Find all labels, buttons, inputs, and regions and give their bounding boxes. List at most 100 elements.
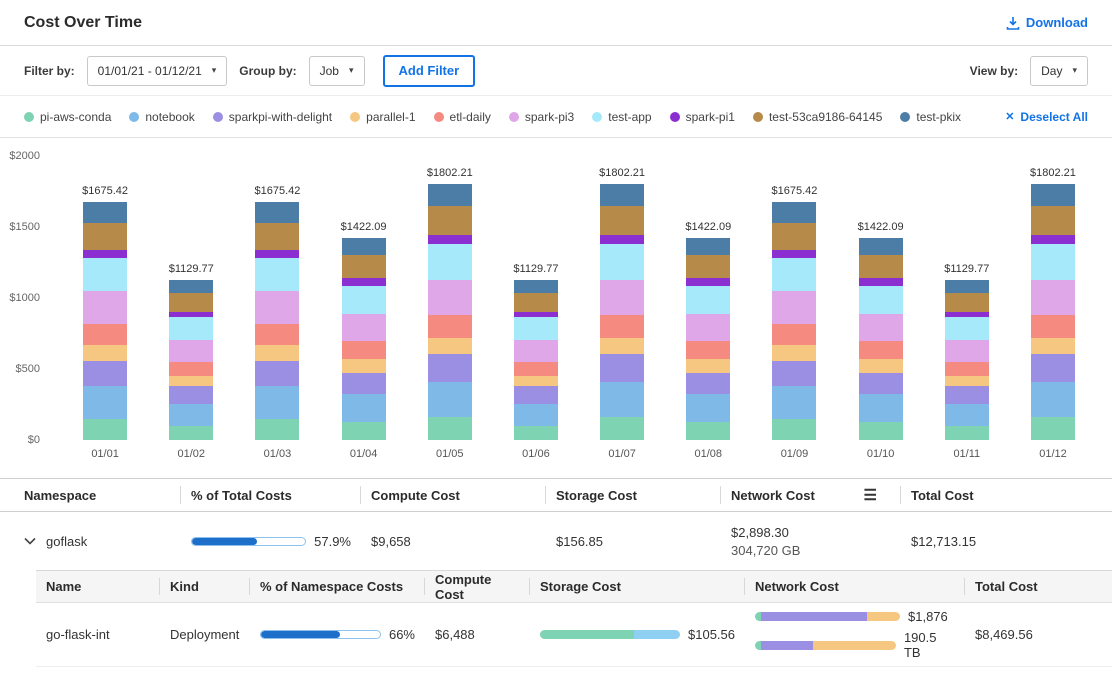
bar-segment-spark-pi1[interactable] — [600, 235, 644, 245]
bar-segment-notebook[interactable] — [600, 382, 644, 417]
bar-segment-test-app[interactable] — [945, 317, 989, 339]
bar-segment-notebook[interactable] — [772, 386, 816, 419]
view-by-select[interactable]: Day ▾ — [1030, 56, 1088, 86]
bar-segment-etl-daily[interactable] — [514, 362, 558, 376]
stacked-bar-01/09[interactable] — [772, 202, 816, 440]
bar-segment-spark-pi1[interactable] — [255, 250, 299, 259]
bar-segment-notebook[interactable] — [342, 394, 386, 422]
bar-segment-spark-pi3[interactable] — [686, 314, 730, 342]
legend-item-parallel-1[interactable]: parallel-1 — [350, 110, 415, 124]
bar-segment-pi-aws-conda[interactable] — [1031, 417, 1075, 440]
bar-segment-pi-aws-conda[interactable] — [859, 422, 903, 440]
bar-segment-sparkpi-with-delight[interactable] — [945, 386, 989, 403]
bar-segment-pi-aws-conda[interactable] — [514, 426, 558, 440]
bar-segment-test-53ca9186-64145[interactable] — [428, 206, 472, 235]
bar-segment-etl-daily[interactable] — [342, 341, 386, 359]
bar-segment-test-app[interactable] — [428, 244, 472, 279]
bar-segment-parallel-1[interactable] — [686, 359, 730, 372]
bar-segment-test-53ca9186-64145[interactable] — [600, 206, 644, 235]
bar-segment-test-53ca9186-64145[interactable] — [255, 223, 299, 250]
namespace-expander[interactable]: goflask — [0, 528, 181, 555]
stacked-bar-01/03[interactable] — [255, 202, 299, 440]
bar-segment-notebook[interactable] — [945, 404, 989, 426]
bar-segment-spark-pi3[interactable] — [859, 314, 903, 342]
bar-segment-spark-pi1[interactable] — [772, 250, 816, 259]
bar-segment-parallel-1[interactable] — [342, 359, 386, 372]
bar-segment-notebook[interactable] — [83, 386, 127, 419]
bar-segment-etl-daily[interactable] — [83, 324, 127, 345]
bar-segment-pi-aws-conda[interactable] — [255, 419, 299, 440]
bar-segment-test-pkix[interactable] — [772, 202, 816, 223]
bar-segment-pi-aws-conda[interactable] — [83, 419, 127, 440]
bar-segment-pi-aws-conda[interactable] — [428, 417, 472, 440]
legend-item-sparkpi-with-delight[interactable]: sparkpi-with-delight — [213, 110, 332, 124]
bar-segment-spark-pi3[interactable] — [514, 340, 558, 362]
bar-segment-test-pkix[interactable] — [859, 238, 903, 255]
bar-segment-test-app[interactable] — [686, 286, 730, 314]
bar-segment-sparkpi-with-delight[interactable] — [169, 386, 213, 403]
bar-segment-spark-pi1[interactable] — [686, 278, 730, 286]
bar-segment-notebook[interactable] — [859, 394, 903, 422]
bar-segment-parallel-1[interactable] — [169, 376, 213, 387]
bar-segment-spark-pi3[interactable] — [342, 314, 386, 342]
bar-segment-etl-daily[interactable] — [859, 341, 903, 359]
bar-segment-spark-pi1[interactable] — [83, 250, 127, 259]
stacked-bar-01/08[interactable] — [686, 238, 730, 440]
legend-item-spark-pi1[interactable]: spark-pi1 — [670, 110, 735, 124]
bar-segment-test-app[interactable] — [83, 258, 127, 291]
bar-segment-test-pkix[interactable] — [1031, 184, 1075, 206]
bar-segment-notebook[interactable] — [428, 382, 472, 417]
bar-segment-spark-pi3[interactable] — [945, 340, 989, 362]
bar-segment-sparkpi-with-delight[interactable] — [686, 373, 730, 395]
bar-segment-spark-pi3[interactable] — [255, 291, 299, 324]
bar-segment-test-app[interactable] — [255, 258, 299, 291]
bar-segment-parallel-1[interactable] — [514, 376, 558, 387]
workload-name[interactable]: go-flask-int — [36, 621, 160, 648]
stacked-bar-01/04[interactable] — [342, 238, 386, 440]
bar-segment-test-pkix[interactable] — [945, 280, 989, 294]
bar-segment-parallel-1[interactable] — [600, 338, 644, 355]
bar-segment-test-pkix[interactable] — [428, 184, 472, 206]
bar-segment-pi-aws-conda[interactable] — [945, 426, 989, 440]
bar-segment-test-53ca9186-64145[interactable] — [1031, 206, 1075, 235]
bar-segment-test-53ca9186-64145[interactable] — [83, 223, 127, 250]
bar-segment-etl-daily[interactable] — [169, 362, 213, 376]
stacked-bar-01/07[interactable] — [600, 184, 644, 440]
group-by-select[interactable]: Job ▾ — [309, 56, 365, 86]
bar-segment-sparkpi-with-delight[interactable] — [83, 361, 127, 387]
bar-segment-test-pkix[interactable] — [83, 202, 127, 223]
legend-item-notebook[interactable]: notebook — [129, 110, 194, 124]
bar-segment-parallel-1[interactable] — [859, 359, 903, 372]
bar-segment-parallel-1[interactable] — [772, 345, 816, 361]
legend-item-etl-daily[interactable]: etl-daily — [434, 110, 491, 124]
bar-segment-test-pkix[interactable] — [169, 280, 213, 294]
stacked-bar-01/12[interactable] — [1031, 184, 1075, 440]
bar-segment-test-pkix[interactable] — [686, 238, 730, 255]
download-button[interactable]: Download — [1006, 15, 1088, 30]
bar-segment-test-app[interactable] — [859, 286, 903, 314]
bar-segment-notebook[interactable] — [1031, 382, 1075, 417]
bar-segment-test-53ca9186-64145[interactable] — [772, 223, 816, 250]
bar-segment-etl-daily[interactable] — [255, 324, 299, 345]
bar-segment-test-pkix[interactable] — [342, 238, 386, 255]
bar-segment-parallel-1[interactable] — [83, 345, 127, 361]
bar-segment-spark-pi3[interactable] — [83, 291, 127, 324]
bar-segment-etl-daily[interactable] — [772, 324, 816, 345]
legend-item-spark-pi3[interactable]: spark-pi3 — [509, 110, 574, 124]
bar-segment-sparkpi-with-delight[interactable] — [1031, 354, 1075, 382]
bar-segment-etl-daily[interactable] — [686, 341, 730, 359]
bar-segment-pi-aws-conda[interactable] — [169, 426, 213, 440]
bar-segment-pi-aws-conda[interactable] — [600, 417, 644, 440]
bar-segment-test-app[interactable] — [600, 244, 644, 279]
deselect-all-button[interactable]: ✕ Deselect All — [1005, 110, 1088, 124]
bar-segment-spark-pi1[interactable] — [342, 278, 386, 286]
bar-segment-test-53ca9186-64145[interactable] — [686, 255, 730, 278]
bar-segment-test-53ca9186-64145[interactable] — [169, 293, 213, 311]
bar-segment-sparkpi-with-delight[interactable] — [428, 354, 472, 382]
bar-segment-test-pkix[interactable] — [600, 184, 644, 206]
bar-segment-etl-daily[interactable] — [1031, 315, 1075, 338]
legend-item-test-app[interactable]: test-app — [592, 110, 651, 124]
bar-segment-pi-aws-conda[interactable] — [686, 422, 730, 440]
bar-segment-test-53ca9186-64145[interactable] — [859, 255, 903, 278]
bar-segment-etl-daily[interactable] — [945, 362, 989, 376]
